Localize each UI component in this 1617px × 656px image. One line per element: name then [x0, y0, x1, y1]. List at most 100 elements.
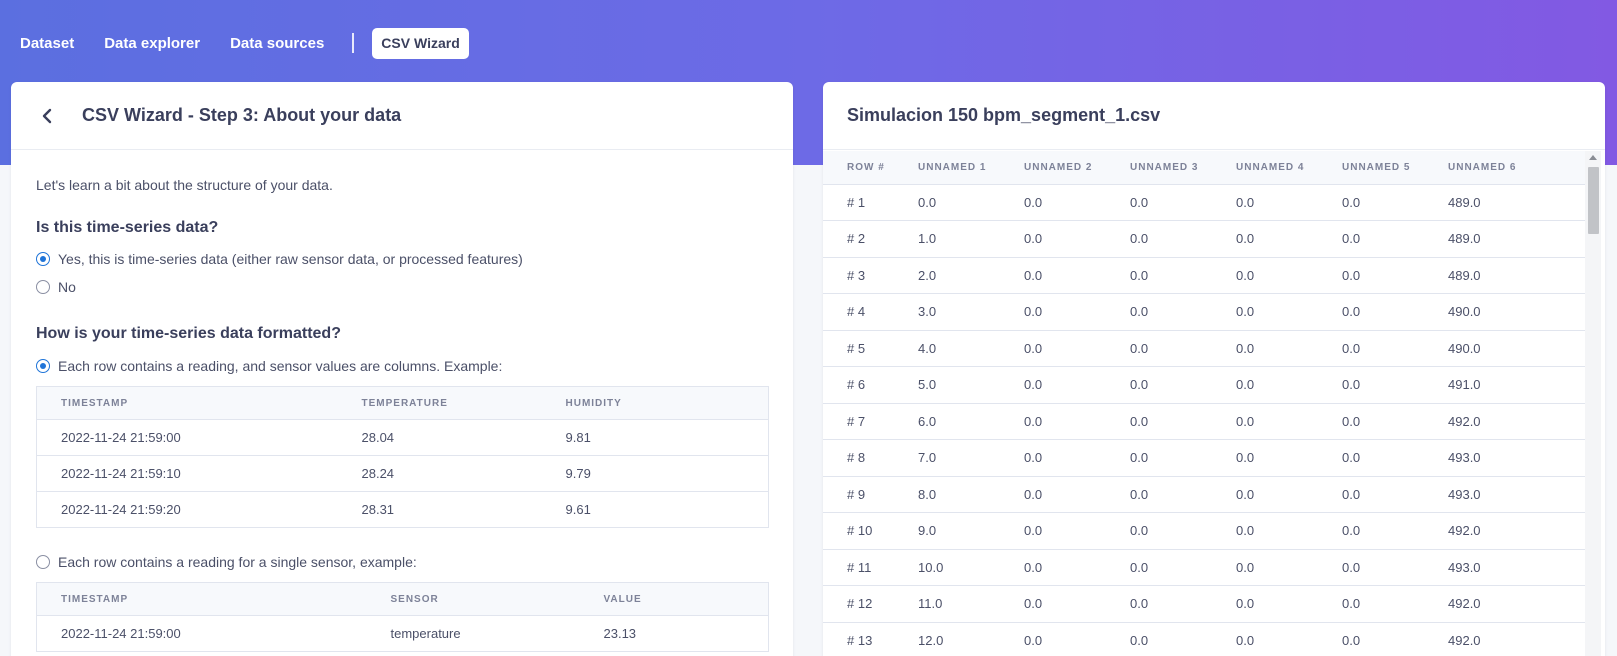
- table-header-row: TIMESTAMP SENSOR VALUE: [36, 582, 769, 616]
- wizard-panel: CSV Wizard - Step 3: About your data Let…: [11, 82, 793, 656]
- table-cell: 0.0: [1106, 184, 1212, 221]
- table-cell: 0.0: [1000, 293, 1106, 331]
- table-cell: 4.0: [894, 330, 1000, 367]
- table-cell: 0.0: [1000, 257, 1106, 294]
- table-cell: 8.0: [894, 476, 1000, 513]
- table-cell: 0.0: [1212, 585, 1318, 623]
- back-button[interactable]: [34, 103, 60, 129]
- table-cell: 0.0: [1000, 366, 1106, 404]
- table-cell: # 8: [823, 439, 894, 477]
- table-row: # 5 4.0 0.0 0.0 0.0 0.0 490.0: [823, 330, 1585, 367]
- table-cell: 493.0: [1424, 439, 1585, 477]
- table-cell: 0.0: [1318, 257, 1424, 294]
- table-cell: 0.0: [1212, 220, 1318, 258]
- scroll-up-arrow-icon[interactable]: [1589, 155, 1597, 160]
- table-cell: 0.0: [1000, 403, 1106, 440]
- preview-table-body: # 1 0.0 0.0 0.0 0.0 0.0 489.0 # 2 1.0 0.0 0.0 0.0 0.…: [823, 184, 1585, 656]
- table-cell: # 9: [823, 476, 894, 513]
- radio-yes-time-series[interactable]: Yes, this is time-series data (either ra…: [36, 251, 769, 267]
- table-row: # 8 7.0 0.0 0.0 0.0 0.0 493.0: [823, 439, 1585, 477]
- table-cell: # 1: [823, 184, 894, 221]
- column-header: UNNAMED 6: [1424, 151, 1585, 185]
- table-cell: 489.0: [1424, 220, 1585, 258]
- table-row: 2022-11-24 21:59:20 28.31 9.61: [36, 491, 769, 528]
- table-cell: 0.0: [1000, 512, 1106, 550]
- table-cell: 2.0: [894, 257, 1000, 294]
- table-cell: 0.0: [1106, 330, 1212, 367]
- table-cell: 0.0: [1106, 439, 1212, 477]
- column-header: UNNAMED 1: [894, 151, 1000, 185]
- radio-button-checked[interactable]: [36, 252, 50, 266]
- table-cell: # 11: [823, 549, 894, 586]
- table-cell: # 12: [823, 585, 894, 623]
- table-cell: # 6: [823, 366, 894, 404]
- table-cell: 0.0: [1106, 293, 1212, 331]
- table-cell: 0.0: [1106, 257, 1212, 294]
- table-cell: 7.0: [894, 439, 1000, 477]
- radio-button-checked[interactable]: [36, 359, 50, 373]
- table-cell: 0.0: [1000, 585, 1106, 623]
- table-cell: 9.79: [541, 455, 769, 492]
- table-cell: 489.0: [1424, 257, 1585, 294]
- radio-label: No: [58, 279, 76, 295]
- nav-divider: [352, 33, 355, 53]
- nav-csv-wizard[interactable]: CSV Wizard: [372, 27, 469, 59]
- table-cell: 492.0: [1424, 512, 1585, 550]
- table-cell: 0.0: [1106, 403, 1212, 440]
- table-cell: 0.0: [1212, 257, 1318, 294]
- radio-columns-format[interactable]: Each row contains a reading, and sensor …: [36, 358, 769, 374]
- table-cell: 0.0: [1212, 403, 1318, 440]
- nav-data-sources[interactable]: Data sources: [230, 35, 324, 52]
- table-cell: # 10: [823, 512, 894, 550]
- table-cell: 0.0: [1000, 330, 1106, 367]
- table-cell: 0.0: [1106, 585, 1212, 623]
- table-cell: temperature: [366, 615, 580, 652]
- table-row: # 11 10.0 0.0 0.0 0.0 0.0 493.0: [823, 549, 1585, 586]
- table-cell: 0.0: [1000, 622, 1106, 656]
- table-cell: 0.0: [1318, 293, 1424, 331]
- table-cell: 1.0: [894, 220, 1000, 258]
- table-row: # 2 1.0 0.0 0.0 0.0 0.0 489.0: [823, 220, 1585, 258]
- table-cell: 0.0: [1212, 439, 1318, 477]
- preview-table-container[interactable]: ROW # UNNAMED 1 UNNAMED 2 UNNAMED 3 UNNA…: [823, 151, 1585, 656]
- table-cell: 0.0: [1318, 403, 1424, 440]
- table-row: # 13 12.0 0.0 0.0 0.0 0.0 492.0: [823, 622, 1585, 656]
- table-cell: 0.0: [1000, 220, 1106, 258]
- radio-button[interactable]: [36, 555, 50, 569]
- preview-header: Simulacion 150 bpm_segment_1.csv: [823, 82, 1605, 150]
- table-cell: 28.24: [337, 455, 542, 492]
- column-header: ROW #: [823, 151, 894, 185]
- table-cell: 492.0: [1424, 403, 1585, 440]
- table-header-row: ROW # UNNAMED 1 UNNAMED 2 UNNAMED 3 UNNA…: [823, 151, 1585, 185]
- nav-data-explorer[interactable]: Data explorer: [104, 35, 200, 52]
- table-cell: 0.0: [1212, 330, 1318, 367]
- table-cell: 0.0: [1318, 585, 1424, 623]
- table-cell: 489.0: [1424, 184, 1585, 221]
- table-row: 2022-11-24 21:59:00 28.04 9.81: [36, 419, 769, 456]
- table-cell: 0.0: [1106, 366, 1212, 404]
- column-header: HUMIDITY: [541, 386, 769, 420]
- radio-no-time-series[interactable]: No: [36, 279, 769, 295]
- table-cell: # 5: [823, 330, 894, 367]
- column-header: UNNAMED 3: [1106, 151, 1212, 185]
- table-cell: 0.0: [1212, 549, 1318, 586]
- table-cell: 0.0: [1318, 512, 1424, 550]
- scrollbar-thumb[interactable]: [1588, 167, 1599, 234]
- radio-label: Each row contains a reading for a single…: [58, 554, 417, 570]
- chevron-left-icon: [42, 108, 52, 123]
- question-format: How is your time-series data formatted?: [36, 325, 341, 342]
- example-table-single-sensor: TIMESTAMP SENSOR VALUE 2022-11-24 21:59:…: [36, 582, 769, 652]
- table-cell: 0.0: [1212, 366, 1318, 404]
- table-cell: 0.0: [1318, 622, 1424, 656]
- radio-button[interactable]: [36, 280, 50, 294]
- radio-single-sensor-format[interactable]: Each row contains a reading for a single…: [36, 554, 769, 570]
- preview-filename: Simulacion 150 bpm_segment_1.csv: [847, 105, 1161, 125]
- column-header: SENSOR: [366, 582, 580, 616]
- column-header: VALUE: [579, 582, 769, 616]
- column-header: TIMESTAMP: [36, 386, 338, 420]
- table-cell: 9.61: [541, 491, 769, 528]
- question-time-series: Is this time-series data?: [36, 219, 219, 236]
- nav-dataset[interactable]: Dataset: [20, 35, 74, 52]
- table-row: # 12 11.0 0.0 0.0 0.0 0.0 492.0: [823, 585, 1585, 623]
- vertical-scrollbar[interactable]: [1585, 151, 1601, 656]
